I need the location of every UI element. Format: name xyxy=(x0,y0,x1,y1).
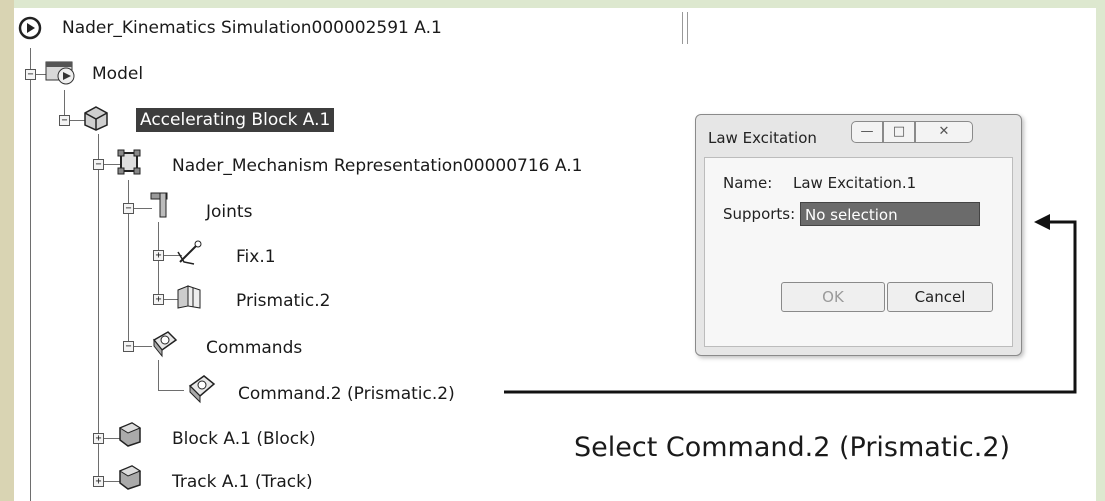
joints-icon xyxy=(148,190,174,224)
cancel-button[interactable]: Cancel xyxy=(887,282,993,312)
collapse-toggle[interactable]: − xyxy=(59,115,70,126)
play-icon[interactable] xyxy=(18,16,42,44)
dialog-title: Law Excitation xyxy=(708,129,817,147)
tree-item-commands[interactable]: Commands xyxy=(206,337,302,359)
commands-icon xyxy=(148,328,180,362)
tree-item-accelerating-block[interactable]: Accelerating Block A.1 xyxy=(136,108,335,132)
fix-joint-icon xyxy=(174,238,206,270)
window-controls: — □ ✕ xyxy=(851,121,973,145)
close-button[interactable]: ✕ xyxy=(915,121,973,143)
dialog-body: Name: Law Excitation.1 Supports: No sele… xyxy=(704,157,1013,347)
part-icon xyxy=(116,463,144,495)
supports-label: Supports: xyxy=(723,205,796,223)
part-icon xyxy=(116,420,144,452)
tree-line xyxy=(158,390,184,391)
mechanism-icon xyxy=(116,148,144,180)
collapse-toggle[interactable]: − xyxy=(123,341,134,352)
tree-root-label[interactable]: Nader_Kinematics Simulation000002591 A.1 xyxy=(62,17,442,39)
tree-item-block[interactable]: Block A.1 (Block) xyxy=(172,428,316,450)
pane-divider[interactable] xyxy=(682,12,688,44)
name-field[interactable]: Law Excitation.1 xyxy=(793,174,916,192)
command-icon xyxy=(184,370,220,408)
minimize-button[interactable]: — xyxy=(851,121,883,143)
name-label: Name: xyxy=(723,174,773,192)
collapse-toggle[interactable]: − xyxy=(93,159,104,170)
ok-button[interactable]: OK xyxy=(781,282,885,312)
product-icon xyxy=(82,104,110,136)
tree-item-track[interactable]: Track A.1 (Track) xyxy=(172,471,313,493)
screenshot-frame: Nader_Kinematics Simulation000002591 A.1… xyxy=(14,8,1096,501)
law-excitation-dialog: Law Excitation — □ ✕ Name: Law Excitatio… xyxy=(695,114,1022,356)
maximize-button[interactable]: □ xyxy=(883,121,915,143)
tree-item-prismatic[interactable]: Prismatic.2 xyxy=(236,290,330,312)
tree-item-command2[interactable]: Command.2 (Prismatic.2) xyxy=(238,383,455,405)
tree-line xyxy=(158,222,159,302)
tree-item-joints[interactable]: Joints xyxy=(206,201,252,223)
model-icon xyxy=(44,60,80,90)
tree-line xyxy=(158,360,159,390)
expand-toggle[interactable]: + xyxy=(153,250,164,261)
instruction-callout: Select Command.2 (Prismatic.2) xyxy=(574,432,1011,463)
collapse-toggle[interactable]: − xyxy=(123,203,134,214)
expand-toggle[interactable]: + xyxy=(93,433,104,444)
supports-field[interactable]: No selection xyxy=(800,202,980,226)
tree-item-model[interactable]: Model xyxy=(92,63,143,85)
tree-line xyxy=(30,48,31,501)
collapse-toggle[interactable]: − xyxy=(25,69,36,80)
tree-line xyxy=(98,134,99,484)
tree-item-fix[interactable]: Fix.1 xyxy=(236,246,276,268)
prismatic-joint-icon xyxy=(174,282,206,314)
expand-toggle[interactable]: + xyxy=(93,476,104,487)
expand-toggle[interactable]: + xyxy=(153,294,164,305)
background-left-strip xyxy=(0,0,14,501)
tree-item-mechanism[interactable]: Nader_Mechanism Representation00000716 A… xyxy=(172,155,582,177)
